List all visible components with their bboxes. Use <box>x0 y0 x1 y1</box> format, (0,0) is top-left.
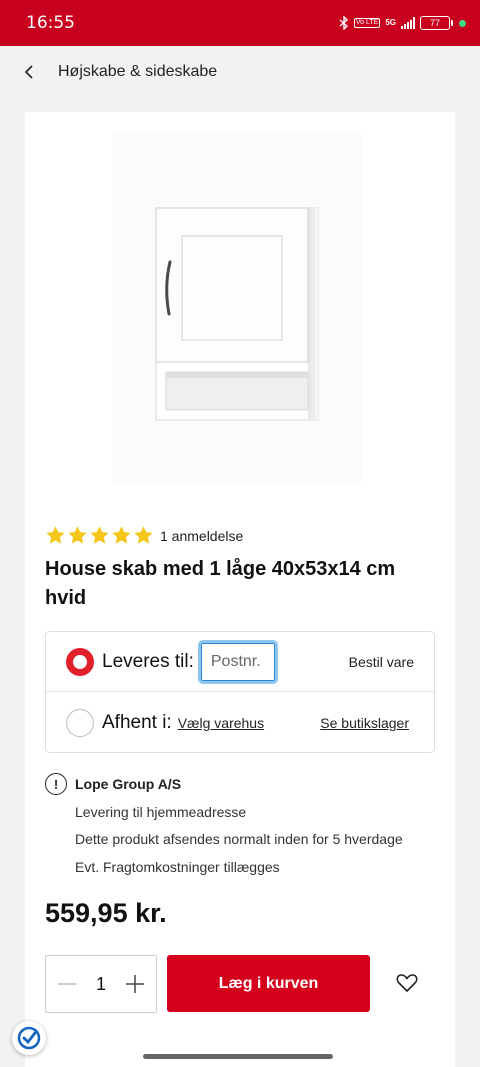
minus-icon <box>58 983 76 985</box>
delivery-options: Leveres til: Bestil vare Afhent i: Vælg … <box>45 631 435 753</box>
status-icons: Vo LTE 5G 77 <box>339 16 466 30</box>
add-to-cart-button[interactable]: Læg i kurven <box>167 955 370 1012</box>
trust-badge[interactable] <box>12 1021 46 1055</box>
delivery-option-row[interactable]: Leveres til: Bestil vare <box>46 632 434 692</box>
pickup-option-row[interactable]: Afhent i: Vælg varehus Se butikslager <box>46 693 434 753</box>
product-card: 1 anmeldelse House skab med 1 låge 40x53… <box>25 112 455 1067</box>
star-rating <box>45 525 154 546</box>
category-title: Højskabe & sideskabe <box>58 63 218 80</box>
plus-icon <box>125 975 144 993</box>
postal-code-input[interactable] <box>197 639 278 684</box>
heart-icon <box>396 974 418 992</box>
order-item-text: Bestil vare <box>348 653 414 670</box>
delivery-radio[interactable] <box>66 647 94 676</box>
star-icon <box>46 526 65 544</box>
star-icon <box>90 526 109 544</box>
volte-badge: Vo LTE <box>353 18 381 28</box>
battery-level: 77 <box>429 18 440 28</box>
product-price: 559,95 kr. <box>45 898 167 928</box>
deliver-to-label: Leveres til: <box>102 650 194 672</box>
review-count[interactable]: 1 anmeldelse <box>160 528 243 544</box>
back-button[interactable] <box>0 46 58 98</box>
battery-icon: 77 <box>420 16 453 30</box>
product-image[interactable] <box>112 132 362 482</box>
quantity-value: 1 <box>95 973 106 994</box>
privacy-indicator-dot <box>459 19 466 27</box>
exclamation-info-icon: ! <box>45 773 67 795</box>
seller-freight-line: Evt. Fragtomkostninger tillægges <box>75 859 280 875</box>
product-rating[interactable]: 1 anmeldelse <box>45 525 243 546</box>
product-title: House skab med 1 låge 40x53x14 cm hvid <box>45 558 396 609</box>
shield-check-icon <box>17 1026 41 1050</box>
choose-store-link[interactable]: Vælg varehus <box>178 715 264 731</box>
store-stock-link[interactable]: Se butikslager <box>320 715 409 731</box>
decrease-quantity-button[interactable] <box>56 973 78 995</box>
seller-name: Lope Group A/S <box>75 776 182 792</box>
pickup-radio[interactable] <box>66 709 94 737</box>
seller-shipping-line: Dette produkt afsendes normalt inden for… <box>75 831 403 847</box>
favorite-button[interactable] <box>395 971 419 995</box>
status-bar: 16:55 Vo LTE 5G 77 <box>0 0 480 46</box>
top-navigation: Højskabe & sideskabe <box>0 46 480 98</box>
bluetooth-icon <box>339 16 349 30</box>
star-icon <box>134 526 153 544</box>
network-type-label: 5G <box>385 18 396 27</box>
status-time: 16:55 <box>26 13 75 33</box>
signal-strength-icon <box>401 17 415 29</box>
star-icon <box>68 526 87 544</box>
quantity-stepper: 1 <box>45 955 157 1013</box>
increase-quantity-button[interactable] <box>124 973 146 995</box>
star-icon <box>112 526 131 544</box>
home-indicator[interactable] <box>143 1054 333 1059</box>
pickup-label: Afhent i: <box>102 712 172 733</box>
chevron-left-icon <box>24 65 33 79</box>
seller-delivery-line: Levering til hjemmeadresse <box>75 804 247 820</box>
